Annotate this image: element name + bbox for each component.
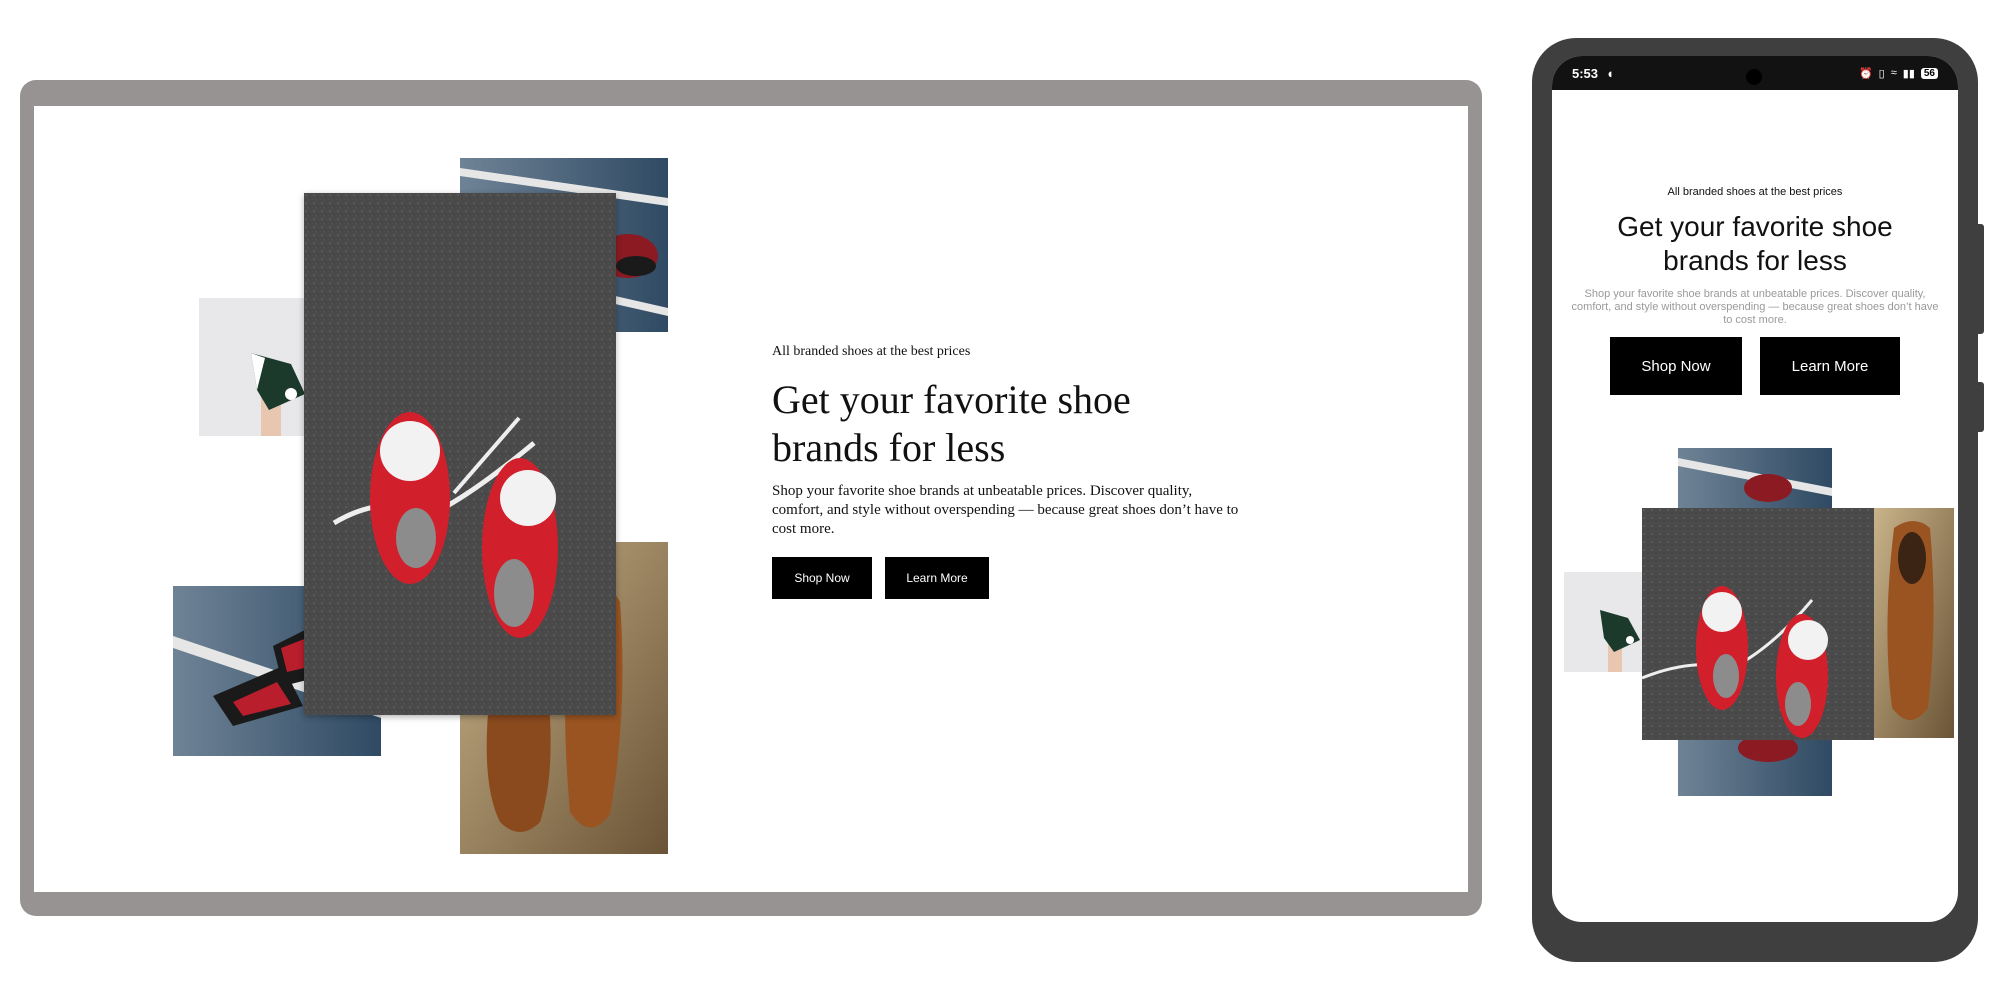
- mobile-brown-shoes-image: [1874, 508, 1954, 738]
- mobile-hero-text: All branded shoes at the best prices Get…: [1552, 186, 1958, 395]
- high-top-sneaker-image: [199, 298, 309, 436]
- learn-more-button[interactable]: Learn More: [885, 557, 989, 599]
- hero-description: Shop your favorite shoe brands at unbeat…: [772, 483, 1239, 537]
- wifi-icon: ≈: [1890, 67, 1897, 79]
- status-time: 5:53: [1572, 65, 1599, 81]
- front-camera: [1746, 69, 1762, 85]
- signal-icon: ▮▮: [1902, 67, 1915, 80]
- shop-now-button[interactable]: Shop Now: [772, 557, 872, 599]
- hero-buttons: Shop Now Learn More: [772, 557, 1242, 599]
- battery-icon: 56: [1920, 67, 1938, 79]
- phone-screen: 5:53 ◖ ⏰ ▯ ≈ ▮▮ 56 All branded shoes at …: [1552, 56, 1958, 922]
- phone-power-button: [1978, 382, 1984, 432]
- mobile-hero-title-line-1: Get your favorite shoe: [1617, 211, 1893, 242]
- red-sneakers-main-image: [304, 193, 616, 715]
- desktop-hero-text: All branded shoes at the best prices Get…: [772, 344, 1242, 599]
- mobile-hero-buttons: Shop Now Learn More: [1552, 337, 1958, 395]
- mobile-high-top-image: [1564, 572, 1642, 672]
- mobile-learn-more-button[interactable]: Learn More: [1760, 337, 1900, 395]
- mobile-hero-description: Shop your favorite shoe brands at unbeat…: [1571, 288, 1939, 326]
- hero-eyebrow: All branded shoes at the best prices: [772, 344, 971, 359]
- mobile-hero-title-line-2: brands for less: [1663, 245, 1847, 276]
- mobile-shop-now-button[interactable]: Shop Now: [1610, 337, 1742, 395]
- hero-title: Get your favorite shoe brands for less: [772, 376, 1242, 472]
- status-icons: ⏰ ▯ ≈ ▮▮ 56: [1859, 67, 1938, 80]
- mobile-red-sneakers-image: [1642, 508, 1874, 740]
- desktop-screen: All branded shoes at the best prices Get…: [34, 106, 1468, 892]
- whatsapp-icon: ◖: [1606, 65, 1614, 81]
- phone-frame: 5:53 ◖ ⏰ ▯ ≈ ▮▮ 56 All branded shoes at …: [1532, 38, 1984, 962]
- phone-volume-button: [1978, 224, 1984, 334]
- mobile-hero-title: Get your favorite shoe brands for less: [1552, 210, 1958, 278]
- hero-title-line-1: Get your favorite shoe: [772, 377, 1131, 422]
- desktop-frame: All branded shoes at the best prices Get…: [20, 80, 1482, 916]
- alarm-icon: ⏰: [1858, 67, 1873, 80]
- mobile-hero-eyebrow: All branded shoes at the best prices: [1667, 186, 1843, 198]
- vibrate-icon: ▯: [1878, 67, 1885, 80]
- hero-title-line-2: brands for less: [772, 425, 1006, 470]
